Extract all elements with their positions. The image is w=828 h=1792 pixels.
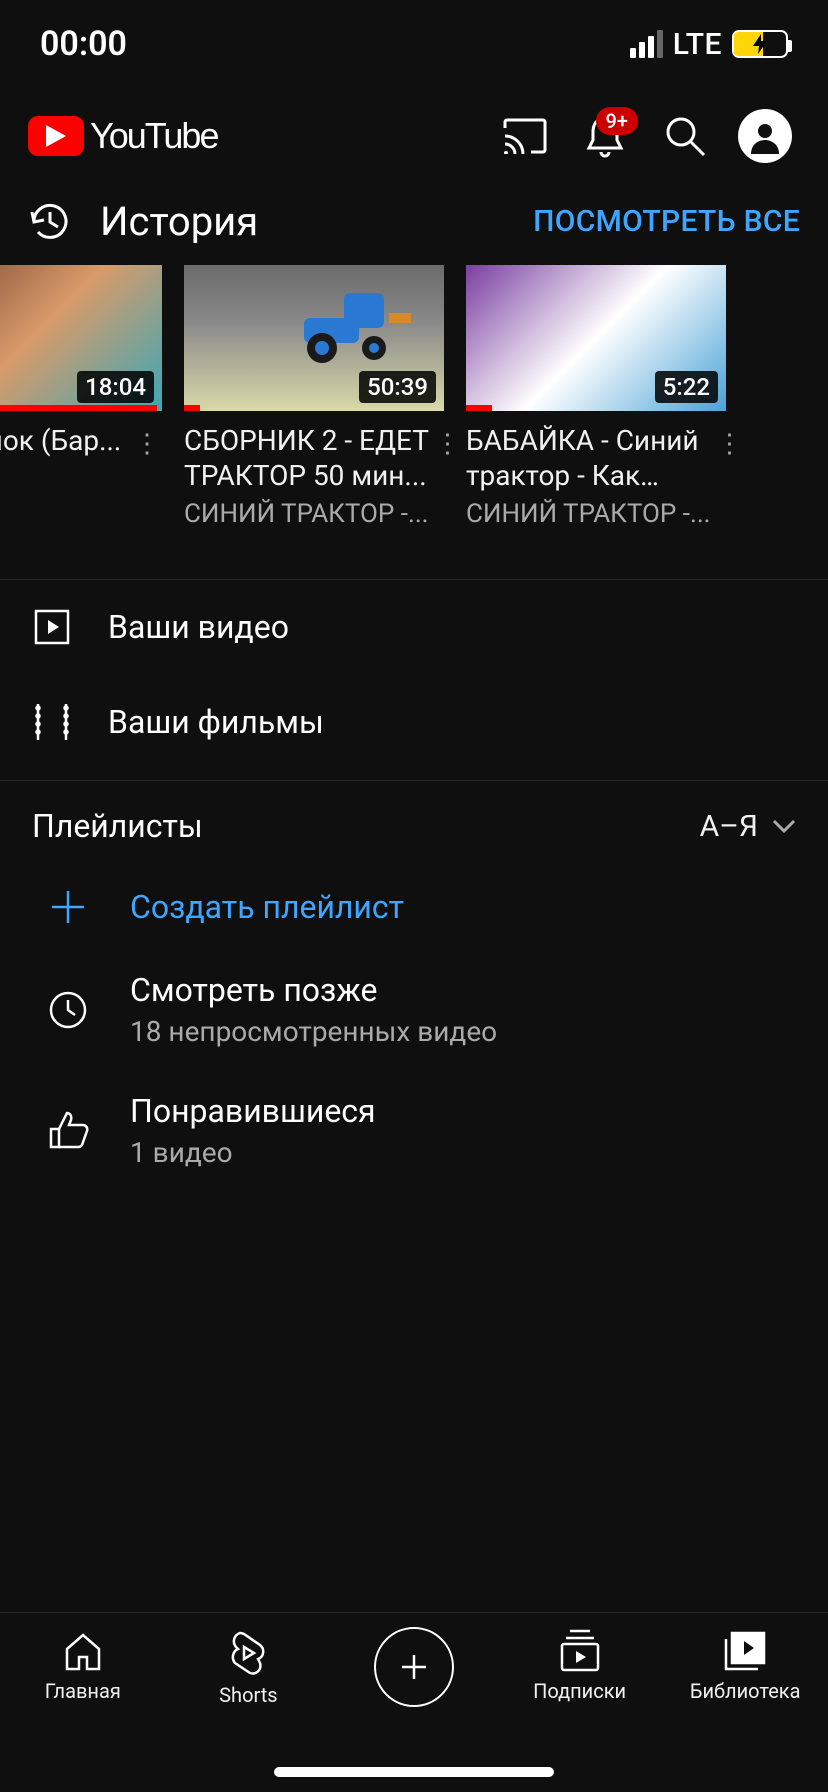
video-title: ) - 10 елок (Бар... — [0, 423, 126, 458]
account-button[interactable] — [730, 101, 800, 171]
history-card[interactable]: 18:04 ) - 10 елок (Бар... ⋮ — [0, 265, 162, 529]
battery-icon — [732, 30, 788, 58]
video-channel: СИНИЙ ТРАКТОР -... — [184, 499, 429, 529]
history-carousel[interactable]: 18:04 ) - 10 елок (Бар... ⋮ 50:39 СБОРНИ… — [0, 265, 828, 529]
video-menu-button[interactable]: ⋮ — [435, 423, 461, 529]
avatar-icon — [738, 109, 792, 163]
nav-shorts[interactable]: Shorts — [173, 1629, 323, 1707]
history-section-header[interactable]: История ПОСМОТРЕТЬ ВСЕ — [0, 184, 828, 265]
history-card[interactable]: 50:39 СБОРНИК 2 - ЕДЕТ ТРАКТОР 50 мин...… — [184, 265, 444, 529]
youtube-play-icon — [28, 116, 84, 156]
watch-later-label: Смотреть позже — [130, 971, 497, 1009]
cast-button[interactable] — [490, 101, 560, 171]
your-movies-row[interactable]: Ваши фильмы — [0, 674, 828, 770]
liked-label: Понравившиеся — [130, 1092, 376, 1130]
video-duration: 18:04 — [77, 371, 154, 403]
liked-sub: 1 видео — [130, 1136, 376, 1169]
search-icon — [664, 115, 706, 157]
video-title: СБОРНИК 2 - ЕДЕТ ТРАКТОР 50 мин... — [184, 423, 429, 493]
home-icon — [61, 1629, 105, 1673]
create-playlist-label: Создать плейлист — [130, 888, 404, 926]
thumbs-up-icon — [47, 1111, 89, 1151]
film-icon — [34, 702, 70, 742]
playlists-header: Плейлисты А–Я — [0, 781, 828, 865]
play-box-icon — [34, 609, 70, 645]
network-type: LTE — [673, 27, 722, 62]
watch-later-sub: 18 непросмотренных видео — [130, 1015, 497, 1048]
video-menu-button[interactable]: ⋮ — [717, 423, 743, 529]
notification-badge: 9+ — [596, 107, 638, 135]
your-videos-row[interactable]: Ваши видео — [0, 580, 828, 674]
subscriptions-icon — [556, 1629, 604, 1673]
sort-label: А–Я — [700, 809, 758, 844]
history-icon — [28, 200, 72, 244]
video-thumbnail: 18:04 — [0, 265, 162, 411]
cellular-signal-icon — [630, 30, 663, 58]
watch-progress — [184, 405, 200, 411]
video-title: БАБАЙКА - Синий трактор - Как нау... — [466, 423, 711, 493]
video-menu-button[interactable]: ⋮ — [132, 423, 162, 464]
video-duration: 50:39 — [359, 371, 436, 403]
history-title: История — [100, 198, 505, 245]
cast-icon — [503, 118, 547, 154]
plus-icon — [48, 887, 88, 927]
library-icon — [722, 1629, 768, 1673]
notifications-button[interactable]: 9+ — [570, 101, 640, 171]
video-duration: 5:22 — [655, 371, 718, 403]
chevron-down-icon — [772, 819, 796, 833]
history-card[interactable]: 5:22 БАБАЙКА - Синий трактор - Как нау..… — [466, 265, 726, 529]
liked-videos-row[interactable]: Понравившиеся 1 видео — [0, 1070, 828, 1191]
nav-library[interactable]: Библиотека — [670, 1629, 820, 1703]
app-header: YouTube 9+ — [0, 88, 828, 184]
youtube-wordmark: YouTube — [90, 115, 217, 157]
clock-icon — [48, 990, 88, 1030]
your-videos-label: Ваши видео — [108, 608, 289, 646]
playlists-title: Плейлисты — [32, 807, 203, 845]
shorts-icon — [226, 1629, 270, 1677]
status-time: 00:00 — [40, 24, 127, 64]
video-thumbnail: 5:22 — [466, 265, 726, 411]
nav-subscriptions[interactable]: Подписки — [505, 1629, 655, 1703]
video-thumbnail: 50:39 — [184, 265, 444, 411]
status-bar: 00:00 LTE — [0, 0, 828, 88]
home-indicator[interactable] — [0, 1752, 828, 1792]
status-right: LTE — [630, 27, 788, 62]
create-icon — [374, 1627, 454, 1707]
watch-progress — [466, 405, 492, 411]
nav-create[interactable] — [339, 1629, 489, 1707]
search-button[interactable] — [650, 101, 720, 171]
nav-home[interactable]: Главная — [8, 1629, 158, 1703]
watch-later-row[interactable]: Смотреть позже 18 непросмотренных видео — [0, 949, 828, 1070]
bottom-nav: Главная Shorts Подписки Библиотека — [0, 1612, 828, 1752]
playlists-sort-button[interactable]: А–Я — [700, 809, 796, 844]
watch-progress — [0, 405, 157, 411]
video-channel: СИНИЙ ТРАКТОР -... — [466, 499, 711, 529]
youtube-logo[interactable]: YouTube — [28, 115, 217, 157]
history-view-all[interactable]: ПОСМОТРЕТЬ ВСЕ — [533, 204, 800, 239]
create-playlist-row[interactable]: Создать плейлист — [0, 865, 828, 949]
your-movies-label: Ваши фильмы — [108, 703, 324, 741]
